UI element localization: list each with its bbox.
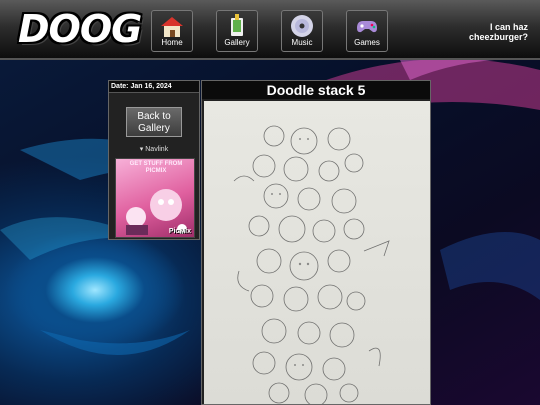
back-to-gallery-button[interactable]: Back to Gallery: [126, 107, 182, 137]
ad-title-text: GET STUFF FROM PICMIX: [129, 161, 183, 174]
site-logo[interactable]: DOOG: [18, 7, 142, 51]
navlink-toggle[interactable]: ▾ Navlink: [109, 145, 199, 153]
doodle-drawing: [233, 125, 390, 404]
artwork-image[interactable]: [204, 101, 430, 404]
top-navigation-bar: DOOG Home Gallery Music Games I can haz …: [0, 0, 540, 60]
post-date: Date: Jan 16, 2024: [109, 81, 199, 93]
gamepad-icon: [357, 21, 377, 33]
gallery-icon: [231, 14, 243, 36]
artwork-panel: Doodle stack 5: [201, 80, 431, 405]
nav-home-label: Home: [161, 38, 183, 47]
nav-games-button[interactable]: Games: [346, 10, 388, 52]
artwork-title: Doodle stack 5: [202, 81, 430, 99]
ad-brand-label: PicMix: [168, 228, 191, 235]
music-cd-icon: [291, 15, 313, 37]
nav-games-label: Games: [354, 38, 380, 47]
nav-gallery-button[interactable]: Gallery: [216, 10, 258, 52]
nav-home-button[interactable]: Home: [151, 10, 193, 52]
sidebar-panel: Date: Jan 16, 2024 Back to Gallery ▾ Nav…: [108, 80, 200, 240]
tagline-text: I can haz cheezburger?: [468, 22, 528, 42]
home-icon: [161, 17, 183, 37]
picmix-ad-banner[interactable]: GET STUFF FROM PICMIX PicMix: [115, 158, 195, 238]
nav-gallery-label: Gallery: [224, 38, 250, 47]
nav-music-label: Music: [291, 38, 313, 47]
nav-music-button[interactable]: Music: [281, 10, 323, 52]
